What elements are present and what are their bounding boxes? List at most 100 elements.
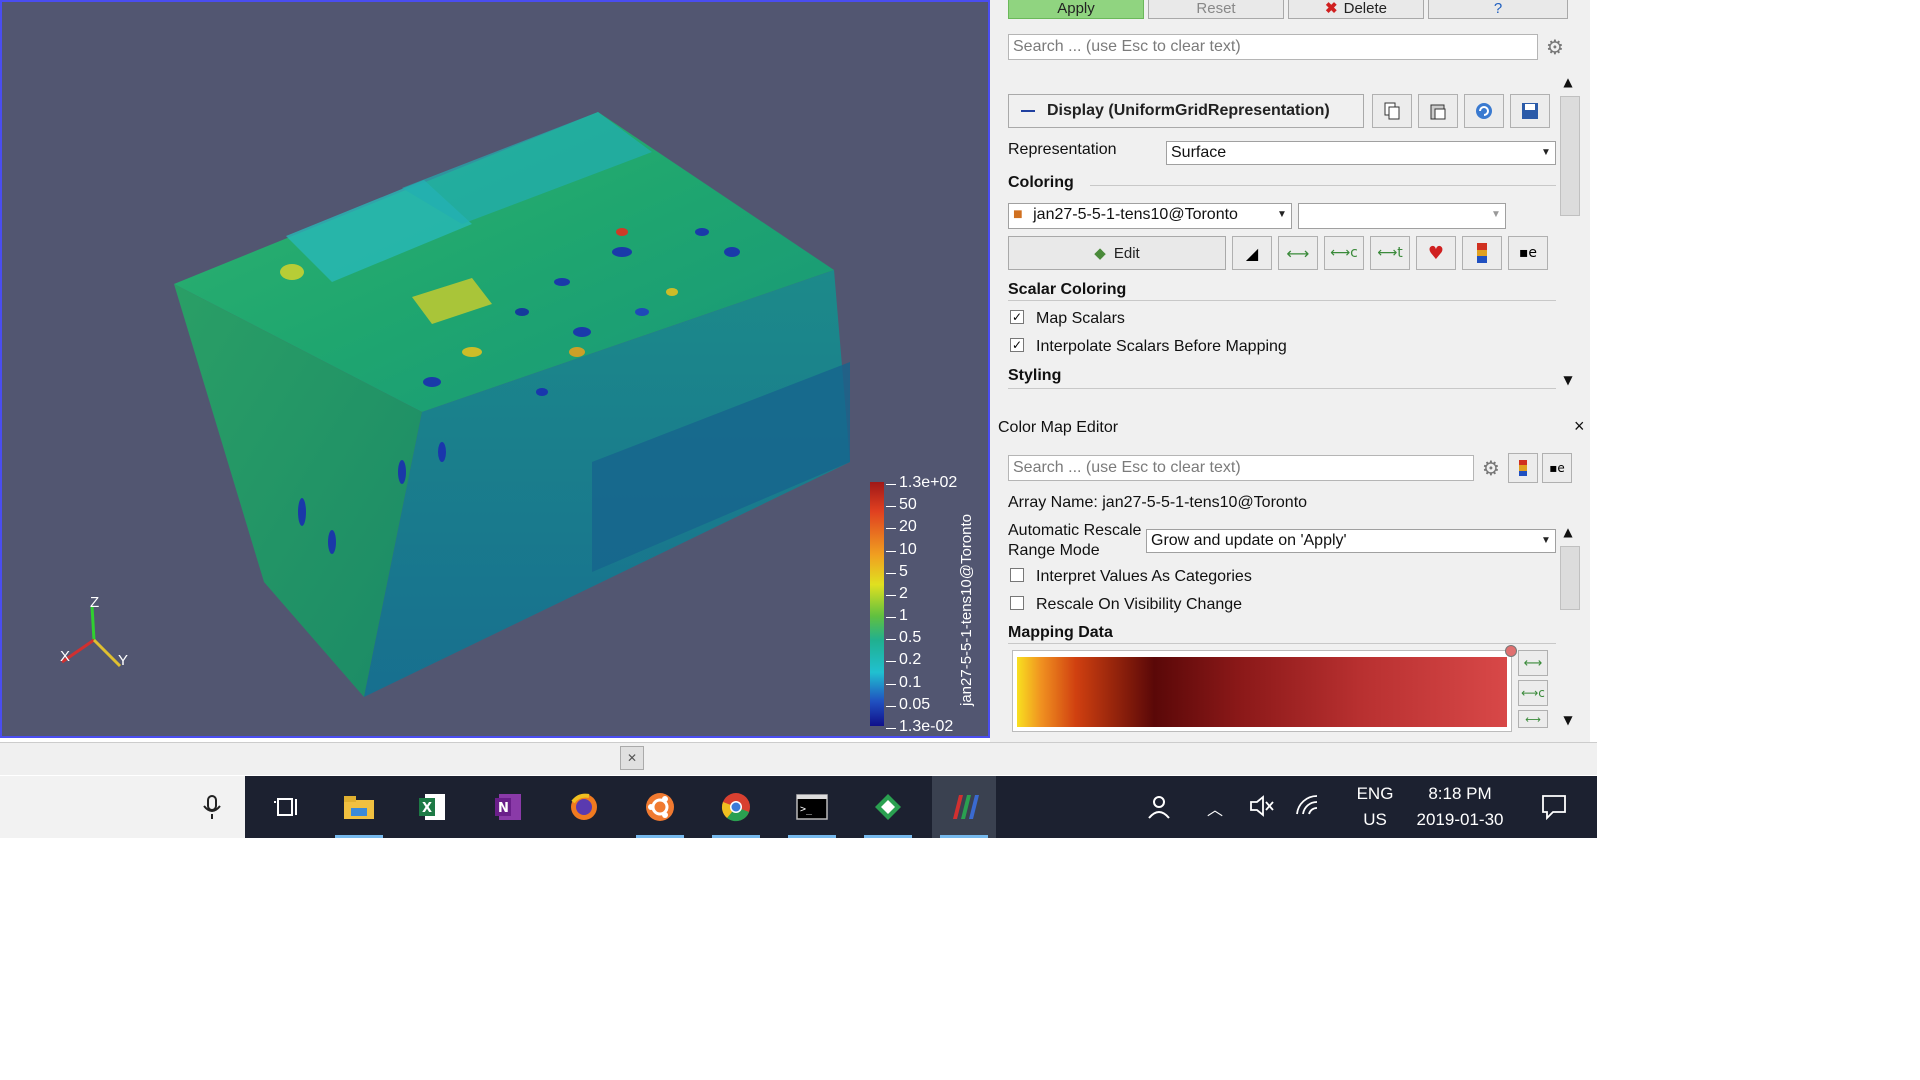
interpret-categories-checkbox[interactable] [1010, 568, 1024, 582]
chevron-down-icon: ▼ [1541, 147, 1551, 158]
colormap-scrollbar[interactable]: ▲ ▼ [1558, 522, 1580, 732]
reset-button[interactable]: Reset [1148, 0, 1284, 19]
favorite-preset-icon[interactable]: ♥ [1416, 236, 1456, 270]
scroll-thumb[interactable] [1560, 546, 1580, 610]
rescale-temporal-range-icon[interactable]: ⟷ [1518, 710, 1548, 728]
scroll-up-icon[interactable]: ▲ [1558, 72, 1578, 92]
delete-label: Delete [1343, 0, 1387, 17]
properties-scrollbar[interactable]: ▲ ▼ [1558, 72, 1580, 392]
close-icon[interactable]: × [1574, 416, 1585, 437]
onenote-icon[interactable]: N [476, 776, 540, 838]
interpret-categories-label: Interpret Values As Categories [1036, 568, 1252, 585]
rescale-temporal-range-icon[interactable]: ⟷t [1370, 236, 1410, 270]
save-icon[interactable] [1510, 94, 1550, 128]
search-placeholder: Search ... (use Esc to clear text) [1013, 38, 1241, 55]
rescale-mode-label-line2: Range Mode [1008, 542, 1100, 559]
properties-search-input[interactable]: Search ... (use Esc to clear text) [1008, 34, 1538, 60]
edit-colormap-button[interactable]: ◆ Edit [1008, 236, 1226, 270]
terminal-icon[interactable]: >_ [780, 776, 844, 838]
rescale-custom-range-icon[interactable]: ⟷c [1518, 680, 1548, 706]
notifications-icon[interactable] [1541, 794, 1567, 821]
edit-legend-icon[interactable]: ▪e [1508, 236, 1548, 270]
task-view-icon[interactable] [255, 776, 319, 838]
edit-label: Edit [1113, 244, 1140, 262]
firefox-icon[interactable] [552, 776, 616, 838]
pick-color-icon[interactable]: ◢ [1232, 236, 1272, 270]
styling-header: Styling [1008, 367, 1062, 384]
close-view-icon[interactable]: ✕ [620, 746, 644, 770]
scroll-up-icon[interactable]: ▲ [1558, 522, 1578, 542]
legend-tick-mark [886, 528, 896, 530]
interpolate-scalars-checkbox[interactable]: ✓ [1010, 338, 1024, 352]
people-icon[interactable] [1147, 794, 1173, 820]
rescale-data-range-icon[interactable]: ⟷ [1278, 236, 1318, 270]
rescale-data-range-icon[interactable]: ⟷ [1518, 650, 1548, 676]
legend-tick-mark [886, 617, 896, 619]
representation-label: Representation [1008, 141, 1117, 158]
colormap-search-input[interactable]: Search ... (use Esc to clear text) [1008, 455, 1474, 481]
volume-muted-icon[interactable] [1249, 794, 1275, 818]
reset-label: Reset [1196, 0, 1236, 17]
chevron-down-icon: ▼ [1541, 535, 1551, 546]
representation-combo[interactable]: Surface ▼ [1166, 141, 1556, 165]
collapse-icon [1021, 110, 1035, 112]
language-bottom[interactable]: US [1345, 810, 1405, 830]
rescale-visibility-checkbox[interactable] [1010, 596, 1024, 610]
control-point-handle[interactable] [1505, 645, 1517, 657]
paraview-icon[interactable] [932, 776, 996, 838]
map-scalars-checkbox[interactable]: ✓ [1010, 310, 1024, 324]
legend-tick-mark [886, 594, 896, 596]
coloring-array-value: jan27-5-5-1-tens10@Toronto [1033, 206, 1238, 223]
delete-button[interactable]: ✖ Delete [1288, 0, 1424, 19]
svg-text:X: X [422, 801, 432, 816]
properties-panel: Apply Reset ✖ Delete ? Search ... (use E… [990, 0, 1590, 745]
array-name: Array Name: jan27-5-5-1-tens10@Toronto [1008, 494, 1308, 511]
rescale-custom-range-icon[interactable]: ⟷c [1324, 236, 1364, 270]
excel-icon[interactable]: X [400, 776, 464, 838]
toggle-color-legend-icon[interactable] [1508, 453, 1538, 483]
file-explorer-icon[interactable] [327, 776, 391, 838]
legend-tick-mark [886, 705, 896, 707]
wifi-icon[interactable] [1295, 794, 1321, 818]
render-view[interactable]: Z X Y 1.3e+02 50 20 10 5 2 1 0.5 0.2 0.1 0.05 1.3e-… [0, 0, 990, 738]
transfer-function-editor[interactable] [1012, 645, 1517, 732]
display-title: Display (UniformGridRepresentation) [1047, 102, 1330, 119]
gear-icon[interactable]: ⚙ [1478, 455, 1504, 481]
gear-icon[interactable]: ⚙ [1542, 34, 1568, 60]
coloring-header: Coloring [1008, 174, 1074, 191]
scroll-down-icon[interactable]: ▼ [1558, 370, 1578, 390]
copy-icon[interactable] [1372, 94, 1412, 128]
chrome-icon[interactable] [704, 776, 768, 838]
paste-icon[interactable] [1418, 94, 1458, 128]
clock-time[interactable]: 8:18 PM [1400, 784, 1520, 804]
edit-legend-icon[interactable]: ▪e [1542, 453, 1572, 483]
scalar-coloring-header: Scalar Coloring [1008, 281, 1127, 298]
help-button[interactable]: ? [1428, 0, 1568, 19]
rescale-mode-combo[interactable]: Grow and update on 'Apply' ▼ [1146, 529, 1556, 553]
microphone-icon[interactable] [200, 794, 224, 820]
component-combo[interactable]: ▼ [1298, 203, 1506, 229]
display-section-header[interactable]: Display (UniformGridRepresentation) [1008, 94, 1364, 128]
taskbar: X N >_ ︿ ENG US 8:18 PM 2019-01-30 [245, 776, 1597, 838]
rescale-visibility-label: Rescale On Visibility Change [1036, 596, 1243, 613]
chevron-down-icon: ▼ [1277, 209, 1287, 220]
legend-tick-mark [886, 683, 896, 685]
legend-tick-label: 0.2 [899, 651, 922, 669]
axis-y-label: Y [118, 652, 129, 669]
clock-date[interactable]: 2019-01-30 [1400, 810, 1520, 830]
coloring-array-combo[interactable]: ■ jan27-5-5-1-tens10@Toronto ▼ [1008, 203, 1292, 229]
legend-tick-mark [886, 661, 896, 663]
app-diamond-icon[interactable] [856, 776, 920, 838]
reload-icon[interactable] [1464, 94, 1504, 128]
scroll-thumb[interactable] [1560, 96, 1580, 216]
scroll-down-icon[interactable]: ▼ [1558, 710, 1578, 730]
chevron-up-icon[interactable]: ︿ [1205, 796, 1225, 819]
language-top[interactable]: ENG [1345, 784, 1405, 804]
apply-button[interactable]: Apply [1008, 0, 1144, 19]
legend-tick-label: 5 [899, 562, 908, 580]
svg-text:N: N [498, 801, 509, 816]
status-strip [0, 742, 1597, 775]
toggle-color-legend-icon[interactable] [1462, 236, 1502, 270]
ubuntu-icon[interactable] [628, 776, 692, 838]
active-indicator [940, 835, 988, 838]
